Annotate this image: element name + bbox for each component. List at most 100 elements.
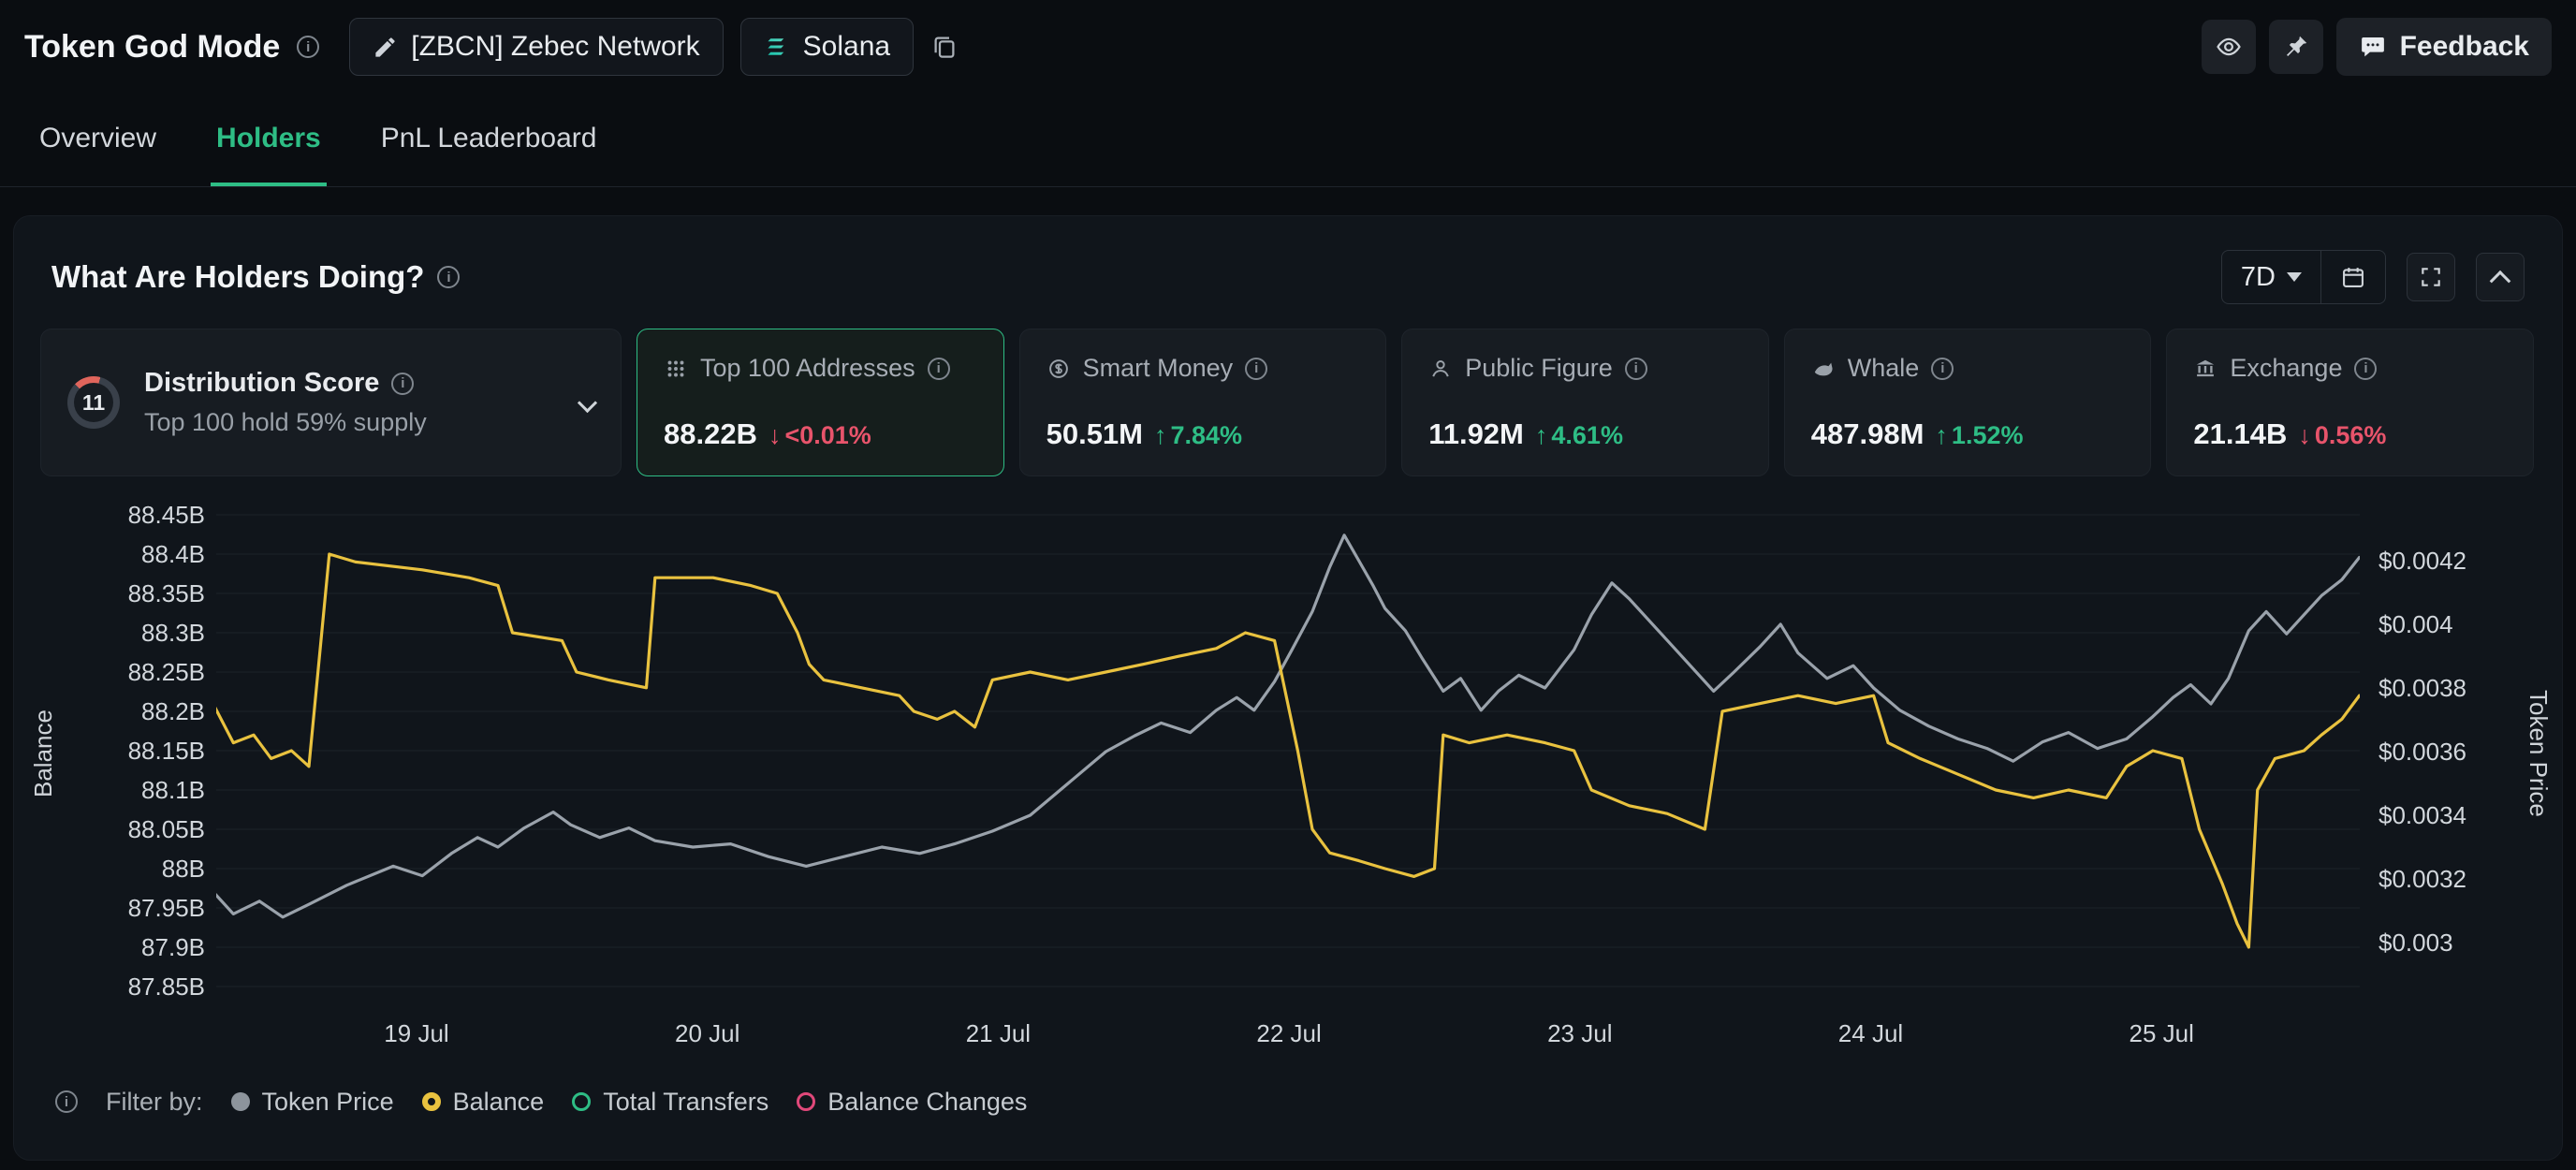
chain-selector-label: Solana xyxy=(803,31,890,63)
arrow-down-icon: ↓ xyxy=(768,421,782,450)
holders-chart: Balance 88.45B88.4B 88.35B88.3B 88.25B88… xyxy=(14,495,2562,1071)
calendar-button[interactable] xyxy=(2321,251,2385,303)
info-icon[interactable]: i xyxy=(437,266,460,288)
filter-by-label: Filter by: xyxy=(106,1088,203,1117)
stat-card-public-figure[interactable]: Public Figure i 11.92M ↑ 4.61% xyxy=(1401,329,1769,476)
tab-overview[interactable]: Overview xyxy=(34,94,162,186)
x-tick-label: 24 Jul xyxy=(1796,1019,1946,1048)
page-title: Token God Mode xyxy=(24,29,280,66)
public-figure-change: 4.61% xyxy=(1551,421,1623,450)
panel-title-text: What Are Holders Doing? xyxy=(51,259,424,295)
token-selector-label: [ZBCN] Zebec Network xyxy=(411,31,699,63)
filter-token-price[interactable]: Token Price xyxy=(231,1088,394,1117)
header: Token God Mode i [ZBCN] Zebec Network So… xyxy=(0,0,2576,94)
stat-card-smart-money[interactable]: Smart Money i 50.51M ↑ 7.84% xyxy=(1019,329,1387,476)
chevron-up-icon xyxy=(2490,271,2511,292)
arrow-up-icon: ↑ xyxy=(1154,421,1167,450)
feedback-button[interactable]: Feedback xyxy=(2336,18,2552,76)
tab-bar: Overview Holders PnL Leaderboard xyxy=(0,94,2576,187)
whale-icon xyxy=(1811,357,1836,381)
range-dropdown[interactable]: 7D xyxy=(2222,251,2320,303)
pencil-icon xyxy=(373,35,398,60)
header-actions: Feedback xyxy=(2202,18,2552,76)
solana-icon xyxy=(764,34,790,60)
coin-icon xyxy=(1046,357,1071,381)
stat-card-distribution-score[interactable]: 11 Distribution Score i Top 100 hold 59%… xyxy=(40,329,622,476)
info-icon[interactable]: i xyxy=(2354,358,2377,380)
bank-icon xyxy=(2193,357,2217,381)
token-selector-button[interactable]: [ZBCN] Zebec Network xyxy=(349,18,723,76)
distribution-score-label: Distribution Score xyxy=(144,368,379,399)
line-chart-canvas[interactable] xyxy=(216,499,2360,1000)
person-icon xyxy=(1428,357,1453,381)
whale-value: 487.98M xyxy=(1811,417,1925,451)
copy-address-button[interactable] xyxy=(930,33,959,61)
filter-balance-label: Balance xyxy=(453,1088,545,1117)
arrow-up-icon: ↑ xyxy=(1535,421,1548,450)
arrow-up-icon: ↑ xyxy=(1935,421,1948,450)
smart-money-label: Smart Money xyxy=(1083,354,1234,383)
copy-icon xyxy=(930,33,959,61)
filter-total-transfers[interactable]: Total Transfers xyxy=(572,1088,768,1117)
x-tick-label: 23 Jul xyxy=(1505,1019,1655,1048)
chart-filter-bar: i Filter by: Token Price Balance Total T… xyxy=(55,1076,2562,1127)
gauge-donut: 11 xyxy=(67,376,120,429)
top100-label: Top 100 Addresses xyxy=(700,354,915,383)
token-god-mode-page: Token God Mode i [ZBCN] Zebec Network So… xyxy=(0,0,2576,1170)
pin-icon xyxy=(2282,33,2310,61)
range-label: 7D xyxy=(2241,262,2276,293)
info-icon[interactable]: i xyxy=(1245,358,1267,380)
pin-button[interactable] xyxy=(2269,20,2323,74)
arrow-down-icon: ↓ xyxy=(2298,421,2311,450)
collapse-button[interactable] xyxy=(2476,253,2525,301)
dialpad-icon xyxy=(664,357,688,381)
panel-header: What Are Holders Doing? i 7D xyxy=(14,216,2562,306)
feedback-label: Feedback xyxy=(2400,31,2529,63)
distribution-score-value: 11 xyxy=(74,383,113,422)
filter-balance-changes[interactable]: Balance Changes xyxy=(797,1088,1027,1117)
filter-token-price-label: Token Price xyxy=(262,1088,394,1117)
top100-value: 88.22B xyxy=(664,417,757,451)
info-icon[interactable]: i xyxy=(55,1090,78,1113)
date-range-group: 7D xyxy=(2221,250,2386,304)
y-axis-right-title: Token Price xyxy=(2524,585,2553,922)
chevron-down-icon[interactable] xyxy=(578,392,597,412)
info-icon[interactable]: i xyxy=(297,36,319,58)
stat-card-exchange[interactable]: Exchange i 21.14B ↓ 0.56% xyxy=(2166,329,2534,476)
x-tick-label: 21 Jul xyxy=(923,1019,1073,1048)
tab-pnl-leaderboard[interactable]: PnL Leaderboard xyxy=(375,94,603,186)
calendar-icon xyxy=(2340,264,2366,290)
info-icon[interactable]: i xyxy=(1625,358,1647,380)
token-price-dot-icon xyxy=(231,1092,250,1111)
whale-label: Whale xyxy=(1848,354,1920,383)
stat-card-top-100-addresses[interactable]: Top 100 Addresses i 88.22B ↓ <0.01% xyxy=(637,329,1004,476)
panel-controls: 7D xyxy=(2221,250,2525,304)
distribution-texts: Distribution Score i Top 100 hold 59% su… xyxy=(144,368,427,437)
x-tick-label: 19 Jul xyxy=(342,1019,491,1048)
series-token-price xyxy=(216,535,2360,917)
chevron-down-icon xyxy=(2287,272,2302,282)
x-axis-ticks: 19 Jul20 Jul21 Jul22 Jul23 Jul24 Jul25 J… xyxy=(216,1019,2360,1053)
watch-button[interactable] xyxy=(2202,20,2256,74)
y-axis-left-ticks: 88.45B88.4B 88.35B88.3B 88.25B88.2B 88.1… xyxy=(33,495,205,1006)
distribution-score-subtitle: Top 100 hold 59% supply xyxy=(144,408,427,437)
exchange-label: Exchange xyxy=(2230,354,2342,383)
exchange-value: 21.14B xyxy=(2193,417,2287,451)
whale-change: 1.52% xyxy=(1952,421,2024,450)
smart-money-value: 50.51M xyxy=(1046,417,1143,451)
filter-balance[interactable]: Balance xyxy=(422,1088,545,1117)
filter-total-transfers-label: Total Transfers xyxy=(603,1088,768,1117)
holders-panel: What Are Holders Doing? i 7D xyxy=(13,215,2563,1161)
chain-selector-button[interactable]: Solana xyxy=(740,18,914,76)
x-tick-label: 20 Jul xyxy=(633,1019,783,1048)
exchange-change: 0.56% xyxy=(2315,421,2387,450)
info-icon[interactable]: i xyxy=(1931,358,1954,380)
expand-button[interactable] xyxy=(2407,253,2455,301)
info-icon[interactable]: i xyxy=(391,373,414,395)
tab-holders[interactable]: Holders xyxy=(211,94,327,186)
stat-card-whale[interactable]: Whale i 487.98M ↑ 1.52% xyxy=(1784,329,2152,476)
filter-balance-changes-label: Balance Changes xyxy=(827,1088,1027,1117)
chat-icon xyxy=(2359,33,2387,61)
y-axis-right-ticks: $0.0042$0.004 $0.0038$0.0036 $0.0034$0.0… xyxy=(2378,529,2466,974)
info-icon[interactable]: i xyxy=(928,358,950,380)
